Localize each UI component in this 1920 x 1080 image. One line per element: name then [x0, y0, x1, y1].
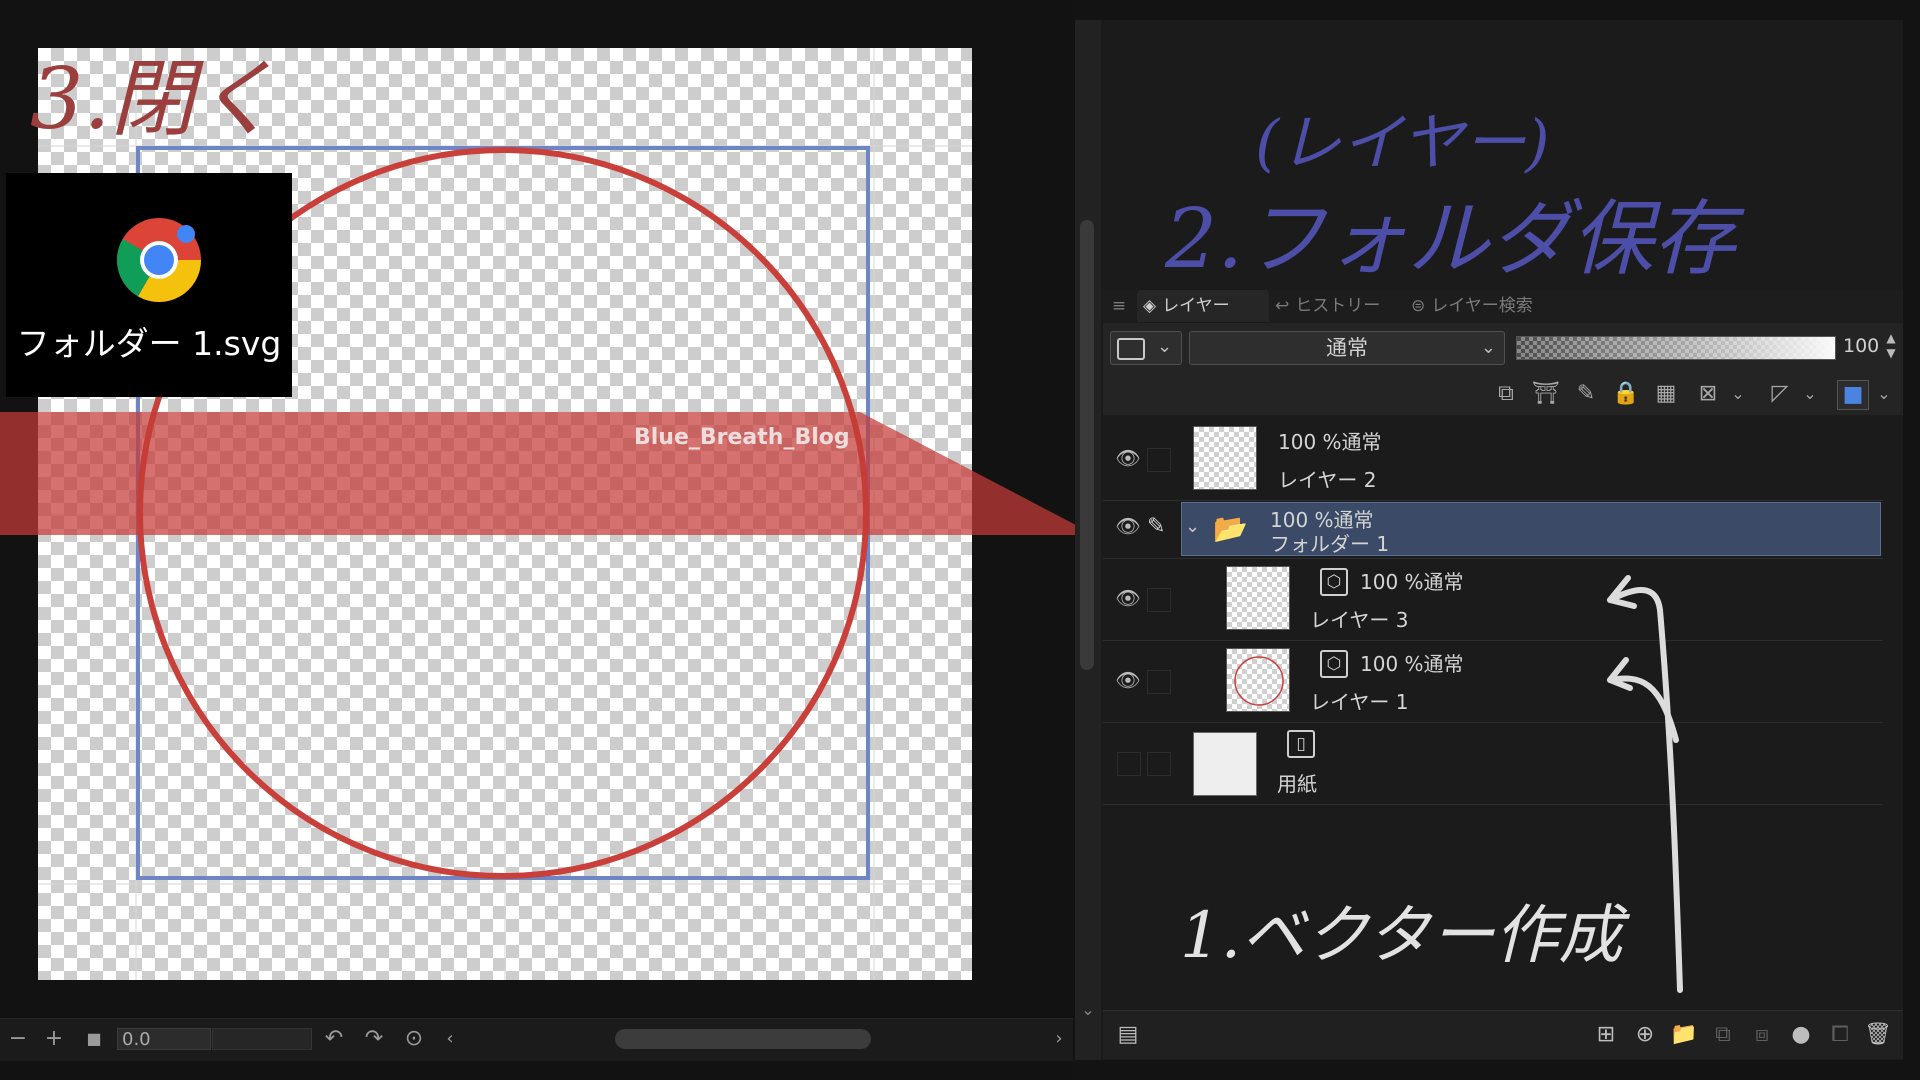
panel-scrollbar-thumb[interactable] — [1080, 220, 1094, 670]
lock-checkbox[interactable] — [1147, 752, 1171, 776]
layer-name: 用紙 — [1277, 772, 1317, 796]
layer-thumbnail — [1226, 566, 1290, 630]
lock-checkbox[interactable] — [1147, 670, 1171, 694]
circle-thumbnail-art — [1234, 656, 1284, 706]
horizontal-scrollbar[interactable] — [615, 1029, 871, 1049]
rotate-left-icon[interactable]: ↶ — [320, 1025, 348, 1053]
layer-row-paper[interactable]: ▯ 用紙 — [1103, 722, 1883, 805]
new-raster-layer-icon[interactable]: ⊞ — [1591, 1021, 1621, 1049]
layer-name: レイヤー 2 — [1278, 468, 1377, 492]
chevron-down-icon[interactable]: ⌄ — [1869, 380, 1899, 408]
chevron-down-icon[interactable]: ⌄ — [1185, 516, 1200, 537]
rotate-right-icon[interactable]: ↷ — [360, 1025, 388, 1053]
layer-color-button[interactable]: ⌄ — [1110, 331, 1182, 365]
tab-layer[interactable]: ◈ レイヤー — [1137, 290, 1269, 322]
opacity-slider[interactable] — [1516, 336, 1836, 360]
layer-color-icon[interactable]: ■ — [1837, 380, 1869, 410]
trash-icon[interactable]: 🗑 — [1863, 1021, 1893, 1049]
highlight-band — [0, 412, 1095, 535]
panel-tabs: ≡ ◈ レイヤー ↩ ヒストリー ⊜ レイヤー検索 — [1103, 290, 1903, 322]
layer-thumbnail — [1193, 426, 1257, 490]
scroll-right-icon[interactable]: › — [1045, 1025, 1073, 1053]
paper-layer-icon: ▯ — [1287, 730, 1315, 758]
layer-name: フォルダー 1 — [1270, 532, 1390, 556]
layer-row-folder-1[interactable]: 👁 ✎ ⌄ 📂 100 %通常 フォルダー 1 — [1103, 500, 1883, 559]
new-vector-layer-icon[interactable]: ⊕ — [1630, 1021, 1660, 1049]
eye-icon[interactable]: 👁 — [1113, 514, 1143, 538]
new-folder-icon[interactable]: 📁 — [1669, 1021, 1699, 1049]
blend-mode-select[interactable]: 通常 ⌄ — [1189, 331, 1505, 365]
opacity-value[interactable]: 100 — [1843, 335, 1883, 357]
annotation-step3: 3.閉く — [30, 50, 279, 148]
draft-layer-icon[interactable]: ✎ — [1571, 380, 1601, 408]
layer-row-layer-2[interactable]: 👁 100 %通常 レイヤー 2 — [1103, 418, 1883, 501]
layer-mode: 100 %通常 — [1360, 652, 1464, 676]
chrome-icon — [116, 218, 201, 303]
layer-row-layer-1[interactable]: 👁 ⬡ 100 %通常 レイヤー 1 — [1103, 640, 1883, 723]
layer-mode: 100 %通常 — [1360, 570, 1464, 594]
annotation-step2: 2.フォルダ保存 — [1165, 192, 1736, 287]
lock-checkbox[interactable] — [1147, 588, 1171, 612]
search-icon: ⊜ — [1411, 296, 1426, 316]
zoom-in-button[interactable]: + — [40, 1025, 68, 1053]
layer-tools-row: ⧉ ⛩ ✎ 🔒 ▦ ⊠ ⌄ ◸ ⌄ ■ ⌄ — [1103, 373, 1903, 415]
create-mask-icon[interactable]: ● — [1786, 1021, 1816, 1049]
clip-layer-icon[interactable]: ⧉ — [1491, 380, 1521, 408]
file-label: フォルダー 1.svg — [16, 324, 282, 363]
pen-icon: ✎ — [1147, 514, 1166, 539]
reference-layer-icon[interactable]: ⛩ — [1531, 380, 1561, 408]
chevron-down-icon[interactable]: ⌄ — [1723, 380, 1753, 408]
layer-name: レイヤー 3 — [1310, 608, 1409, 632]
eye-icon[interactable]: 👁 — [1113, 446, 1143, 470]
annotation-step1: 1.ベクター作成 — [1180, 899, 1623, 973]
chevron-down-icon: ⌄ — [1157, 336, 1173, 357]
color-swatch — [1117, 338, 1145, 360]
apply-mask-icon[interactable]: ⧠ — [1825, 1021, 1855, 1049]
opacity-spinner[interactable]: ▲ ▼ — [1883, 331, 1899, 365]
eye-icon[interactable]: 👁 — [1113, 668, 1143, 692]
vector-layer-icon: ⬡ — [1320, 650, 1348, 678]
vector-layer-icon: ⬡ — [1320, 568, 1348, 596]
visibility-checkbox[interactable] — [1117, 752, 1141, 776]
lock-icon[interactable]: 🔒 — [1611, 380, 1641, 408]
reset-rotation-icon[interactable]: ⊙ — [400, 1025, 428, 1053]
lock-transparency-icon[interactable]: ▦ — [1651, 380, 1681, 408]
chevron-down-icon: ⌄ — [1480, 337, 1496, 358]
ruler-icon[interactable]: ◸ — [1765, 380, 1795, 408]
zoom-out-button[interactable]: − — [4, 1025, 32, 1053]
layer-panel-footer: ▤ ⊞ ⊕ 📁 ⧉ ⧈ ● ⧠ 🗑 — [1103, 1010, 1903, 1059]
lock-checkbox[interactable] — [1147, 448, 1171, 472]
annotation-arrows — [1607, 575, 1683, 993]
scroll-left-icon[interactable]: ‹ — [436, 1025, 464, 1053]
zoom-slider[interactable] — [212, 1028, 312, 1050]
mask-enable-icon[interactable]: ⊠ — [1693, 380, 1723, 408]
layer-mode: 100 %通常 — [1278, 430, 1382, 454]
history-icon: ↩ — [1275, 296, 1290, 316]
watermark: Blue_Breath_Blog — [634, 425, 850, 450]
tab-layer-search[interactable]: ⊜ レイヤー検索 — [1411, 290, 1571, 322]
folder-icon: 📂 — [1213, 512, 1248, 545]
layer-properties-row: ⌄ 通常 ⌄ 100 ▲ ▼ — [1103, 323, 1903, 373]
layer-name: レイヤー 1 — [1310, 690, 1409, 714]
panel-menu-icon[interactable]: ≡ — [1109, 290, 1129, 322]
combine-layer-icon[interactable]: ⧈ — [1747, 1021, 1777, 1049]
layer-row-layer-3[interactable]: 👁 ⬡ 100 %通常 レイヤー 3 — [1103, 558, 1883, 641]
eye-icon[interactable]: 👁 — [1113, 586, 1143, 610]
paper-thumbnail — [1193, 732, 1257, 796]
stop-icon[interactable]: ■ — [80, 1025, 108, 1053]
canvas-toolbar: − + ■ 0.0 ↶ ↷ ⊙ ‹ › — [0, 1018, 1073, 1061]
annotation-layer-heading: (レイヤー) — [1255, 106, 1550, 179]
chevron-down-icon[interactable]: ⌄ — [1795, 380, 1825, 408]
zoom-field[interactable]: 0.0 — [117, 1028, 211, 1050]
file-popup[interactable]: フォルダー 1.svg — [6, 173, 292, 397]
chevron-down-icon[interactable]: ⌄ — [1076, 1000, 1100, 1024]
transfer-down-icon[interactable]: ⧉ — [1708, 1021, 1738, 1049]
layer-thumbnail — [1226, 648, 1290, 712]
layers-icon: ◈ — [1143, 296, 1157, 316]
panel-settings-icon[interactable]: ▤ — [1113, 1021, 1143, 1049]
tab-history[interactable]: ↩ ヒストリー — [1275, 290, 1403, 322]
